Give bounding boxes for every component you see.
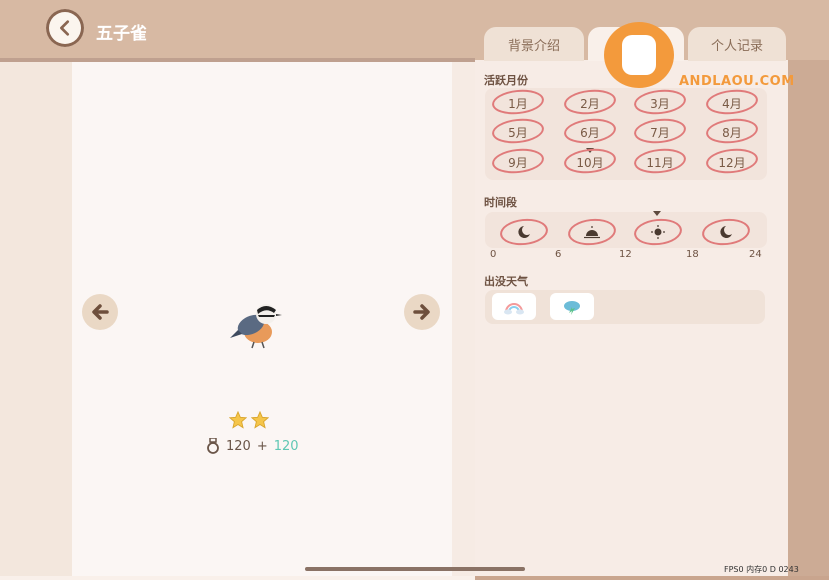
arrow-left-icon	[92, 304, 109, 320]
book-spine	[0, 62, 72, 576]
time-cell	[700, 216, 752, 248]
current-time-marker	[653, 211, 661, 216]
month-cell: 6月	[562, 116, 618, 146]
time-tick: 6	[555, 249, 562, 260]
month-cell: 7月	[632, 116, 688, 146]
arrow-right-icon	[413, 304, 430, 320]
month-cell: 2月	[562, 87, 618, 117]
month-cell: 11月	[632, 146, 688, 176]
scrollbar[interactable]	[305, 567, 525, 571]
month-cell: 4月	[704, 87, 760, 117]
time-label: 时间段	[484, 196, 517, 209]
time-tick: 18	[686, 249, 699, 260]
time-cell	[498, 216, 550, 248]
reward-plus: +	[256, 438, 268, 454]
page-title: 五子雀	[96, 24, 147, 44]
reward-base: 120	[226, 438, 251, 454]
month-cell: 12月	[704, 146, 760, 176]
back-button[interactable]	[46, 9, 84, 47]
reward-row: 120 + 120	[206, 438, 299, 454]
month-cell: 5月	[490, 116, 546, 146]
rainbow-icon	[504, 302, 524, 314]
month-cell: 8月	[704, 116, 760, 146]
month-cell: 10月	[562, 146, 618, 176]
weather-rainbow	[492, 293, 536, 320]
time-tick: 12	[619, 249, 632, 260]
next-button[interactable]	[404, 294, 440, 330]
book-edge	[788, 60, 829, 576]
debug-stats: FPS0 内存0 D 0243	[724, 565, 799, 574]
star-icon	[251, 411, 269, 429]
month-cell: 1月	[490, 87, 546, 117]
time-tick: 0	[490, 249, 497, 260]
months-label: 活跃月份	[484, 74, 528, 87]
star-icon	[229, 411, 247, 429]
tab-background[interactable]: 背景介绍	[484, 27, 584, 61]
watermark-text: ANDLAOU.COM	[679, 74, 795, 89]
time-cell	[632, 216, 684, 248]
thunderstorm-icon	[564, 300, 580, 315]
month-cell: 9月	[490, 146, 546, 176]
reward-bonus: 120	[273, 438, 299, 454]
bird-image	[230, 304, 282, 349]
weather-label: 出没天气	[484, 275, 528, 288]
watermark-logo	[604, 22, 674, 88]
medal-icon	[207, 438, 219, 454]
tab-personal-record[interactable]: 个人记录	[688, 27, 786, 61]
time-tick: 24	[749, 249, 762, 260]
rating-stars	[229, 411, 269, 429]
month-cell: 3月	[632, 87, 688, 117]
weather-storm	[550, 293, 594, 320]
back-arrow-icon	[60, 20, 70, 36]
prev-button[interactable]	[82, 294, 118, 330]
time-cell	[566, 216, 618, 248]
